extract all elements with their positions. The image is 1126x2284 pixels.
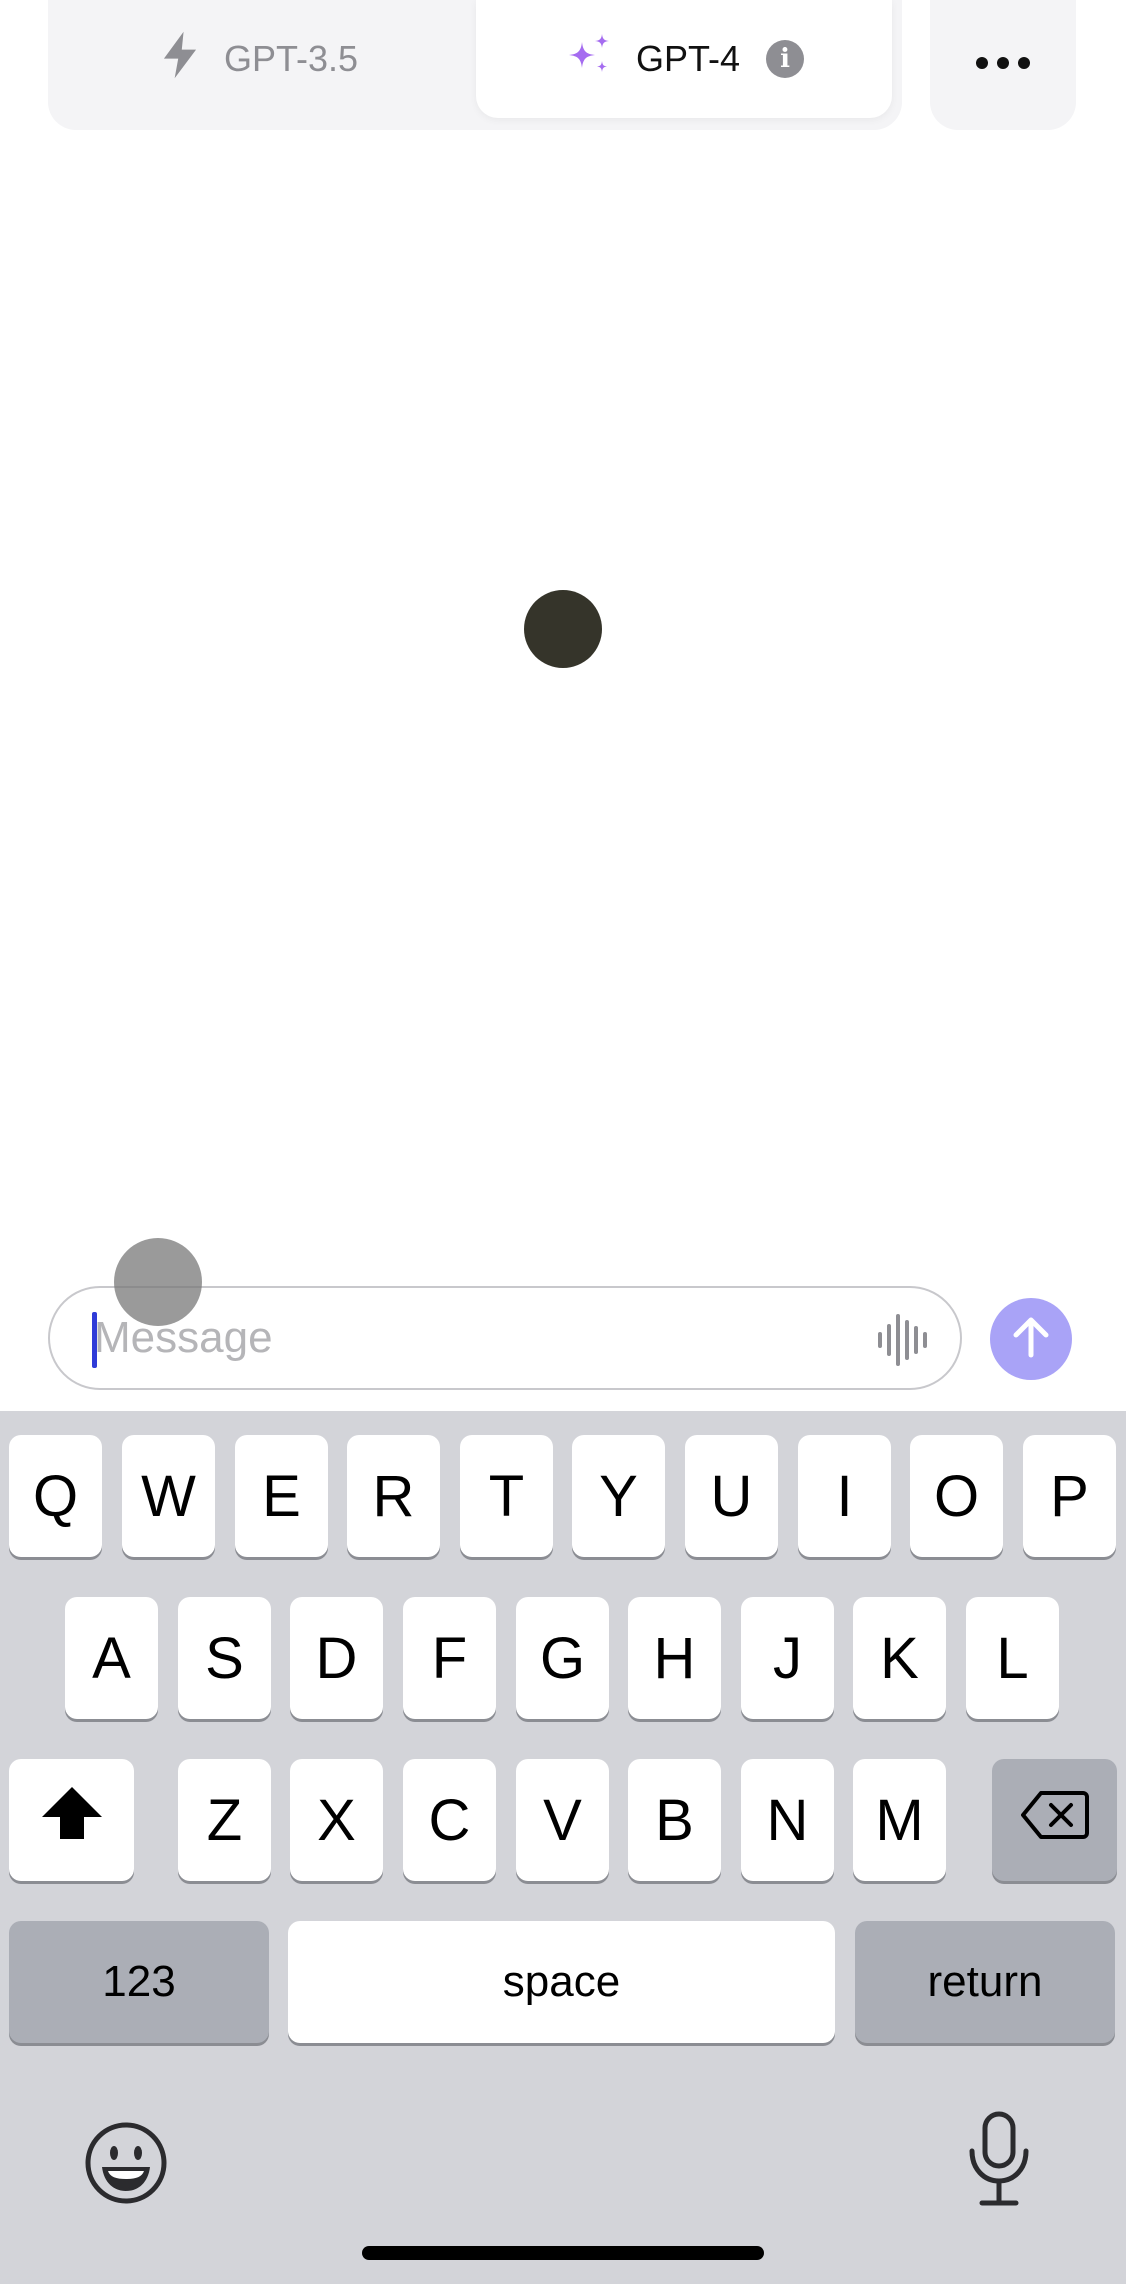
emoji-icon[interactable] <box>84 2121 168 2210</box>
key-o[interactable]: O <box>910 1435 1003 1557</box>
info-icon[interactable]: i <box>766 40 805 78</box>
key-u[interactable]: U <box>685 1435 778 1557</box>
key-j[interactable]: J <box>741 1597 834 1719</box>
ellipsis-icon <box>975 56 1031 75</box>
key-p[interactable]: P <box>1023 1435 1116 1557</box>
more-options-button[interactable] <box>930 0 1076 130</box>
bolt-icon <box>158 30 224 89</box>
keyboard: Q W E R T Y U I O P A S D F G H J K L Z … <box>0 1411 1126 2284</box>
return-key[interactable]: return <box>855 1921 1115 2043</box>
key-h[interactable]: H <box>628 1597 721 1719</box>
message-input[interactable] <box>94 1288 854 1388</box>
key-z[interactable]: Z <box>178 1759 271 1881</box>
model-option-gpt-3-5[interactable]: GPT-3.5 <box>48 0 468 118</box>
key-l[interactable]: L <box>966 1597 1059 1719</box>
key-e[interactable]: E <box>235 1435 328 1557</box>
loading-indicator <box>524 590 602 668</box>
model-switcher: GPT-3.5 GPT-4 i <box>48 0 902 130</box>
key-c[interactable]: C <box>403 1759 496 1881</box>
arrow-up-icon <box>1011 1315 1051 1364</box>
key-y[interactable]: Y <box>572 1435 665 1557</box>
key-s[interactable]: S <box>178 1597 271 1719</box>
key-g[interactable]: G <box>516 1597 609 1719</box>
key-a[interactable]: A <box>65 1597 158 1719</box>
key-t[interactable]: T <box>460 1435 553 1557</box>
key-q[interactable]: Q <box>9 1435 102 1557</box>
waveform-icon[interactable] <box>874 1312 930 1373</box>
touch-indicator <box>114 1238 202 1326</box>
numbers-key[interactable]: 123 <box>9 1921 269 2043</box>
key-k[interactable]: K <box>853 1597 946 1719</box>
shift-key[interactable] <box>9 1759 134 1881</box>
microphone-icon[interactable] <box>966 2111 1032 2212</box>
model-option-label: GPT-4 <box>635 38 741 79</box>
sparkles-icon <box>564 30 636 89</box>
key-n[interactable]: N <box>741 1759 834 1881</box>
key-x[interactable]: X <box>290 1759 383 1881</box>
send-button[interactable] <box>990 1298 1072 1380</box>
model-option-gpt-4[interactable]: GPT-4 i <box>476 0 892 118</box>
key-r[interactable]: R <box>347 1435 440 1557</box>
key-f[interactable]: F <box>403 1597 496 1719</box>
space-key[interactable]: space <box>288 1921 835 2043</box>
shift-icon <box>40 1785 104 1855</box>
backspace-icon <box>1020 1787 1089 1854</box>
key-i[interactable]: I <box>798 1435 891 1557</box>
key-v[interactable]: V <box>516 1759 609 1881</box>
key-b[interactable]: B <box>628 1759 721 1881</box>
delete-key[interactable] <box>992 1759 1117 1881</box>
key-w[interactable]: W <box>122 1435 215 1557</box>
key-d[interactable]: D <box>290 1597 383 1719</box>
model-option-label: GPT-3.5 <box>223 38 359 79</box>
key-m[interactable]: M <box>853 1759 946 1881</box>
home-indicator <box>362 2246 764 2260</box>
